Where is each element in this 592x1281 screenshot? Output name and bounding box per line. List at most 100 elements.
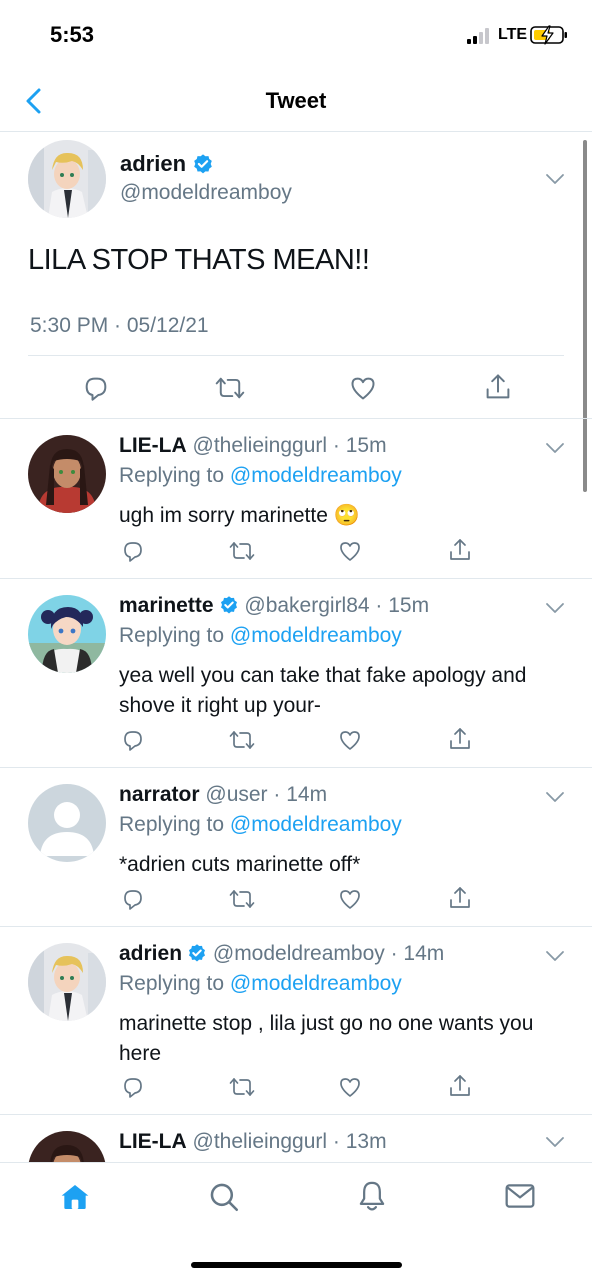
battery-charging-icon	[530, 25, 567, 45]
avatar-lila-image	[28, 435, 106, 513]
tweet-timestamp[interactable]: 5:30 PM · 05/12/21	[30, 314, 209, 338]
reply-author-name[interactable]: narrator	[119, 783, 200, 806]
replying-prefix: Replying to	[119, 624, 225, 647]
share-icon[interactable]	[448, 1073, 472, 1099]
like-heart-icon[interactable]	[338, 728, 362, 752]
reply-author-name[interactable]: adrien	[119, 942, 182, 965]
retweet-icon[interactable]	[229, 1075, 255, 1099]
reply-icon[interactable]	[121, 887, 145, 911]
avatar[interactable]	[28, 140, 106, 218]
verified-badge-icon	[220, 596, 237, 614]
replying-prefix: Replying to	[119, 972, 225, 995]
home-indicator[interactable]	[191, 1262, 402, 1268]
messages-envelope-icon[interactable]	[504, 1181, 536, 1211]
status-time: 5:53	[50, 22, 95, 47]
like-heart-icon[interactable]	[338, 1075, 362, 1099]
avatar[interactable]	[28, 784, 106, 862]
avatar[interactable]	[28, 435, 106, 513]
share-icon[interactable]	[448, 726, 472, 752]
chevron-down-icon[interactable]	[545, 442, 565, 454]
mention-link[interactable]: @modeldreamboy	[230, 624, 402, 647]
chevron-down-icon[interactable]	[545, 1136, 565, 1148]
reply-header: marinette @bakergirl84 · 15m	[119, 594, 429, 618]
share-icon[interactable]	[448, 885, 472, 911]
like-heart-icon[interactable]	[338, 887, 362, 911]
reply-text: marinette stop , lila just go no one wan…	[119, 1012, 534, 1065]
retweet-icon[interactable]	[229, 539, 255, 563]
mention-link[interactable]: @modeldreamboy	[230, 813, 402, 836]
reply-header: LIE-LA @thelieinggurl · 15m	[119, 434, 387, 458]
avatar[interactable]	[28, 943, 106, 1021]
reply-icon[interactable]	[82, 374, 110, 402]
replying-to: Replying to @modeldreamboy	[119, 813, 402, 837]
reply-handle-time: @modeldreamboy · 14m	[212, 942, 445, 965]
avatar-adrien-image	[28, 140, 106, 218]
reply-handle-time: @bakergirl84 · 15m	[244, 594, 430, 617]
reply-actions	[0, 1075, 592, 1101]
mention-link[interactable]: @modeldreamboy	[230, 464, 402, 487]
chevron-down-icon[interactable]	[545, 602, 565, 614]
retweet-icon[interactable]	[215, 374, 245, 402]
reply-header: narrator @user · 14m	[119, 783, 327, 807]
share-icon[interactable]	[484, 372, 512, 402]
replying-to: Replying to @modeldreamboy	[119, 464, 402, 488]
reply-header: LIE-LA @thelieinggurl · 13m	[119, 1130, 387, 1154]
tweet-actions	[0, 374, 592, 404]
reply-actions	[0, 887, 592, 913]
reply-handle-time: @thelieinggurl · 15m	[192, 434, 387, 457]
reply-actions	[0, 539, 592, 565]
avatar-marinette-image	[28, 595, 106, 673]
replying-to: Replying to @modeldreamboy	[119, 972, 402, 996]
replying-to: Replying to @modeldreamboy	[119, 624, 402, 648]
author-handle[interactable]: @modeldreamboy	[120, 181, 292, 205]
reply-icon[interactable]	[121, 1075, 145, 1099]
chevron-down-icon[interactable]	[545, 791, 565, 803]
avatar-adrien-image	[28, 943, 106, 1021]
retweet-icon[interactable]	[229, 728, 255, 752]
reply-author-name[interactable]: LIE-LA	[119, 434, 187, 457]
verified-badge-icon	[194, 154, 212, 174]
author-name[interactable]: adrien	[120, 151, 214, 177]
reply-tweet[interactable]: LIE-LA @thelieinggurl · 15m Replying to …	[0, 419, 592, 579]
reply-text: *adrien cuts marinette off*	[119, 853, 361, 876]
reply-actions	[0, 728, 592, 754]
reply-tweet[interactable]: narrator @user · 14m Replying to @modeld…	[0, 768, 592, 927]
reply-handle-time: @thelieinggurl · 13m	[192, 1130, 387, 1153]
author-name-text: adrien	[120, 151, 187, 176]
main-tweet: adrien @modeldreamboy LILA STOP THATS ME…	[0, 132, 592, 419]
network-label: LTE	[498, 26, 528, 43]
reply-tweet[interactable]: adrien @modeldreamboy · 14m Replying to …	[0, 927, 592, 1115]
divider	[28, 355, 564, 356]
share-icon[interactable]	[448, 537, 472, 563]
cellular-signal-icon	[467, 28, 489, 44]
mention-link[interactable]: @modeldreamboy	[230, 972, 402, 995]
reply-handle-time: @user · 14m	[205, 783, 328, 806]
reply-author-name[interactable]: LIE-LA	[119, 1130, 187, 1153]
chevron-down-icon[interactable]	[545, 173, 565, 185]
reply-tweet[interactable]: LIE-LA @thelieinggurl · 13m	[0, 1115, 592, 1162]
home-icon[interactable]	[59, 1181, 91, 1213]
replying-prefix: Replying to	[119, 464, 225, 487]
nav-bar: Tweet	[0, 70, 592, 132]
replying-prefix: Replying to	[119, 813, 225, 836]
retweet-icon[interactable]	[229, 887, 255, 911]
page-title: Tweet	[265, 88, 327, 113]
like-heart-icon[interactable]	[349, 374, 377, 402]
reply-text: ugh im sorry marinette 🙄	[119, 504, 360, 527]
avatar[interactable]	[28, 595, 106, 673]
notifications-bell-icon[interactable]	[356, 1179, 388, 1213]
reply-author-name[interactable]: marinette	[119, 594, 214, 617]
reply-tweet[interactable]: marinette @bakergirl84 · 15m Replying to…	[0, 579, 592, 768]
chevron-down-icon[interactable]	[545, 950, 565, 962]
verified-badge-icon	[189, 944, 206, 962]
reply-text: yea well you can take that fake apology …	[119, 664, 527, 717]
avatar-lila-image	[28, 1131, 106, 1162]
like-heart-icon[interactable]	[338, 539, 362, 563]
default-avatar-icon	[28, 784, 106, 862]
reply-icon[interactable]	[121, 728, 145, 752]
reply-icon[interactable]	[121, 539, 145, 563]
status-bar: 5:53 LTE	[0, 0, 592, 70]
tweet-text: LILA STOP THATS MEAN!!	[28, 244, 370, 276]
avatar[interactable]	[28, 1131, 106, 1162]
search-icon[interactable]	[207, 1180, 241, 1214]
